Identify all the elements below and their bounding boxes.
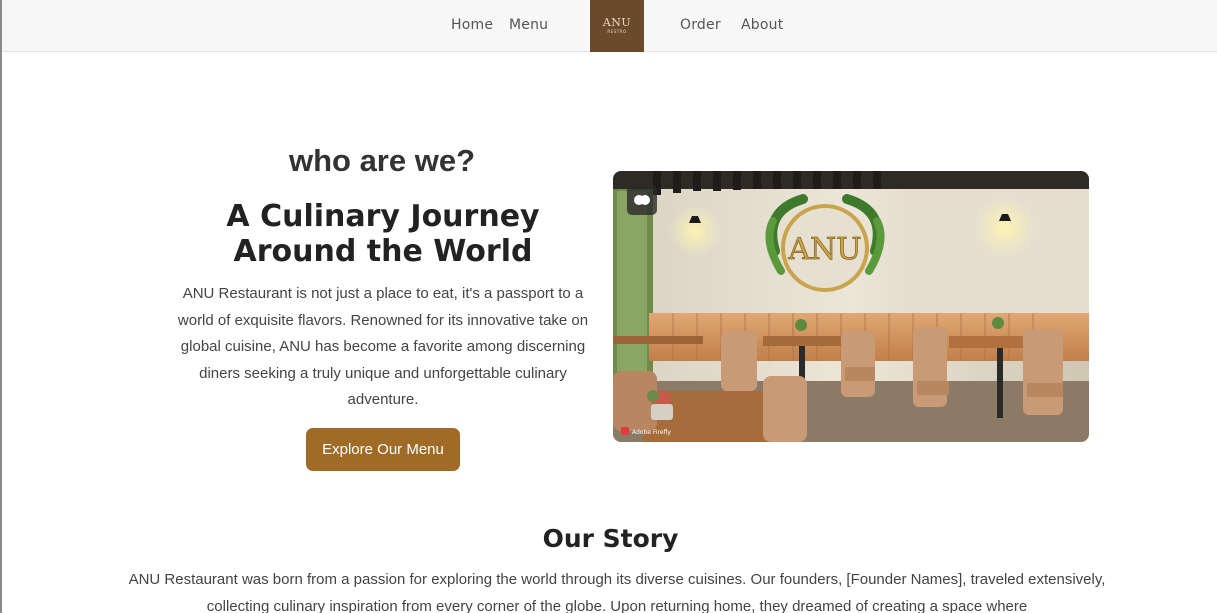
firefly-badge-icon (634, 195, 650, 205)
hero-paragraph: ANU Restaurant is not just a place to ea… (177, 285, 589, 408)
restaurant-interior-image: ANU Adobe Firefly (613, 171, 1089, 442)
nav-link-home[interactable]: Home (451, 17, 493, 33)
logo-wordmark: ANU (602, 16, 632, 29)
logo-subtitle: RESTRO (607, 29, 627, 34)
wall-sign-text: ANU (787, 232, 861, 267)
nav-link-order[interactable]: Order (680, 17, 721, 33)
hero-title: A Culinary Journey Around the World (226, 199, 540, 269)
brand-logo[interactable]: ANU RESTRO (590, 0, 644, 52)
page: Home Menu ANU RESTRO Order About who are… (0, 0, 1217, 613)
story-heading: Our Story (542, 524, 679, 553)
nav-link-menu[interactable]: Menu (509, 17, 548, 33)
nav-link-about[interactable]: About (741, 17, 783, 33)
hero-eyebrow-heading: who are we? (288, 143, 476, 178)
explore-menu-button[interactable]: Explore Our Menu (306, 428, 460, 471)
image-watermark-text: Adobe Firefly (632, 429, 671, 436)
top-navbar: Home Menu ANU RESTRO Order About (2, 0, 1217, 52)
story-paragraph: ANU Restaurant was born from a passion f… (128, 571, 1106, 613)
